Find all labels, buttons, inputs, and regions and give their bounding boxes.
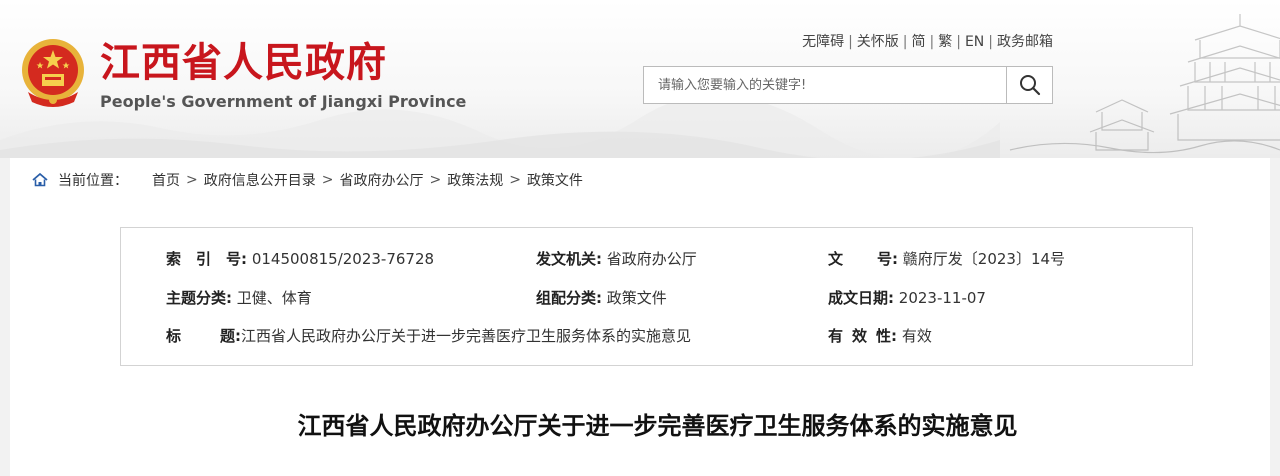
document-info-table: 索引号: 014500815/2023-76728 发文机关: 省政府办公厅 文… bbox=[120, 227, 1193, 366]
breadcrumb-separator: > bbox=[429, 172, 442, 188]
doc-number-label: 文号: bbox=[828, 250, 899, 268]
national-emblem-icon bbox=[22, 39, 84, 107]
doc-number-value: 赣府厅发〔2023〕14号 bbox=[902, 250, 1066, 268]
index-number-label: 索引号: bbox=[166, 250, 248, 268]
breadcrumb-general-office[interactable]: 省政府办公厅 bbox=[339, 170, 423, 190]
breadcrumb: 当前位置： 首页 > 政府信息公开目录 > 省政府办公厅 > 政策法规 > 政策… bbox=[32, 170, 583, 190]
date-value: 2023-11-07 bbox=[898, 289, 986, 307]
title-label: 标题: bbox=[166, 327, 242, 345]
category-label: 组配分类: bbox=[536, 289, 602, 307]
toplink-separator: | bbox=[902, 34, 908, 50]
breadcrumb-label: 当前位置： bbox=[58, 173, 128, 189]
toplink-separator: | bbox=[988, 34, 993, 50]
breadcrumb-separator: > bbox=[321, 172, 334, 188]
search-input[interactable] bbox=[644, 67, 1006, 103]
home-icon bbox=[32, 172, 48, 187]
breadcrumb-separator: > bbox=[186, 172, 198, 188]
issuer-value: 省政府办公厅 bbox=[606, 250, 697, 268]
info-row: 标题:江西省人民政府办公厅关于进一步完善医疗卫生服务体系的实施意见 有效性: 有… bbox=[121, 325, 1192, 347]
toplink-english[interactable]: EN bbox=[965, 34, 984, 50]
topic-label: 主题分类: bbox=[166, 289, 232, 307]
site-title-cn: 江西省人民政府 bbox=[100, 40, 387, 86]
breadcrumb-info-catalog[interactable]: 政府信息公开目录 bbox=[204, 170, 316, 190]
validity-value: 有效 bbox=[901, 327, 932, 345]
topic-value: 卫健、体育 bbox=[236, 289, 312, 307]
breadcrumb-policy-documents[interactable]: 政策文件 bbox=[527, 170, 583, 190]
toplink-separator: | bbox=[848, 34, 853, 50]
validity-label: 有效性: bbox=[828, 327, 898, 345]
article-title: 江西省人民政府办公厅关于进一步完善医疗卫生服务体系的实施意见 bbox=[297, 412, 1018, 440]
date-label: 成文日期: bbox=[828, 289, 894, 307]
title-value: 江西省人民政府办公厅关于进一步完善医疗卫生服务体系的实施意见 bbox=[241, 327, 692, 345]
site-header: 江西省人民政府 People's Government of Jiangxi P… bbox=[0, 0, 1280, 158]
toplink-separator: | bbox=[956, 34, 961, 50]
search-box bbox=[643, 66, 1053, 104]
toplink-care-version[interactable]: 关怀版 bbox=[857, 34, 899, 50]
index-number-value: 014500815/2023-76728 bbox=[251, 250, 435, 268]
category-value: 政策文件 bbox=[606, 289, 667, 307]
site-title-en: People's Government of Jiangxi Province bbox=[100, 92, 467, 111]
info-row: 主题分类: 卫健、体育 组配分类: 政策文件 成文日期: 2023-11-07 bbox=[121, 287, 1192, 309]
breadcrumb-separator: > bbox=[509, 172, 521, 188]
breadcrumb-home[interactable]: 首页 bbox=[152, 170, 180, 190]
breadcrumb-policy-regulations[interactable]: 政策法规 bbox=[447, 170, 503, 190]
toplink-separator: | bbox=[929, 34, 935, 50]
toplink-traditional[interactable]: 繁 bbox=[938, 34, 952, 50]
issuer-label: 发文机关: bbox=[536, 250, 602, 268]
main-content: 当前位置： 首页 > 政府信息公开目录 > 省政府办公厅 > 政策法规 > 政策… bbox=[10, 158, 1270, 476]
info-row: 索引号: 014500815/2023-76728 发文机关: 省政府办公厅 文… bbox=[121, 248, 1192, 270]
toplink-simplified[interactable]: 简 bbox=[912, 34, 926, 50]
tengwang-pavilion-illustration bbox=[1009, 14, 1280, 154]
toplink-accessibility[interactable]: 无障碍 bbox=[802, 34, 844, 50]
